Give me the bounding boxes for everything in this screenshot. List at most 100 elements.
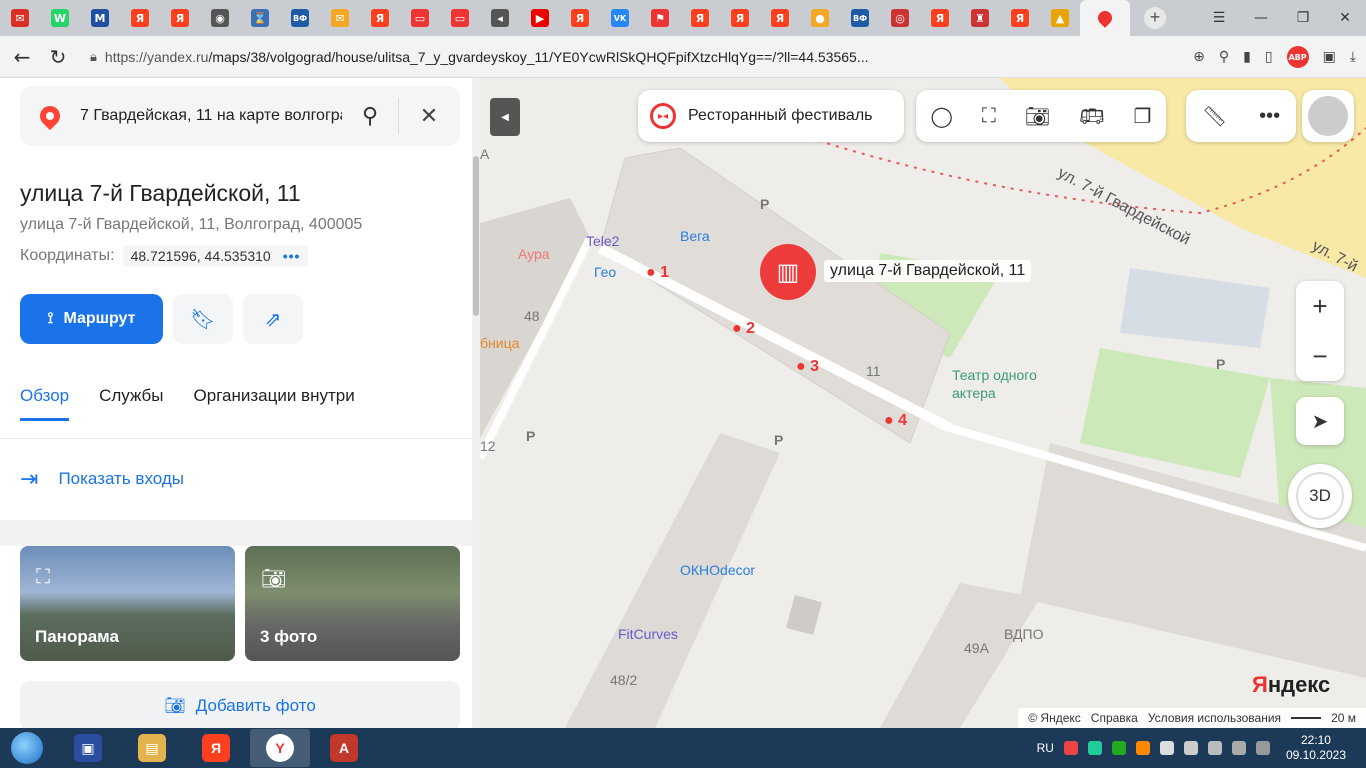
coords-value-box[interactable]: 48.721596, 44.535310 ••• <box>122 245 309 267</box>
bookmark-icon[interactable]: ▮ <box>1243 49 1251 65</box>
taskbar-pdf[interactable]: A <box>314 729 374 767</box>
taskbar-yandex-browser[interactable]: Y <box>250 729 310 767</box>
tray-volume-icon[interactable] <box>1183 741 1198 755</box>
start-button[interactable] <box>0 728 54 768</box>
add-photo-button[interactable]: 📷︎ Добавить фото <box>20 681 460 728</box>
browser-tab[interactable]: ⌛ <box>240 0 280 36</box>
transport-icon[interactable]: 🚌︎ <box>1079 104 1104 129</box>
entrance-marker[interactable]: ● 1 <box>646 264 669 282</box>
panorama-layer-icon[interactable]: ⛶ <box>982 105 996 128</box>
tab-services[interactable]: Службы <box>99 386 163 421</box>
tab-orgs[interactable]: Организации внутри <box>194 386 355 421</box>
share-button[interactable]: ⇗ <box>243 294 303 344</box>
entrance-marker[interactable]: ● 3 <box>796 358 819 376</box>
browser-tab[interactable]: W <box>40 0 80 36</box>
scheme-icon[interactable]: ◯ <box>930 104 952 129</box>
sidebar-scrollbar[interactable] <box>472 78 480 728</box>
poi-tele2[interactable]: Tele2 <box>586 233 619 249</box>
browser-tab[interactable]: ◂ <box>480 0 520 36</box>
photo-layer-icon[interactable]: 📷︎ <box>1025 104 1050 129</box>
menu-icon[interactable]: ☰ <box>1198 0 1240 36</box>
browser-tab[interactable]: ▶ <box>520 0 560 36</box>
tray-mail-icon[interactable] <box>1087 741 1102 755</box>
taskbar-yandex[interactable]: Я <box>186 729 246 767</box>
zoom-in-button[interactable]: + <box>1296 281 1344 331</box>
tray-pen-icon[interactable] <box>1255 741 1270 755</box>
building-label[interactable]: улица 7-й Гвардейской, 11 <box>824 260 1032 282</box>
taskbar-explorer[interactable]: ▤ <box>122 729 182 767</box>
browser-tab[interactable]: M <box>80 0 120 36</box>
route-button[interactable]: ⟟ Маршрут <box>20 294 163 344</box>
browser-tab[interactable]: ◎ <box>880 0 920 36</box>
location-icon[interactable]: ⚲ <box>1219 49 1229 65</box>
tray-usb-icon[interactable] <box>1159 741 1174 755</box>
browser-tab[interactable]: ✉ <box>320 0 360 36</box>
restore-button[interactable]: ❐ <box>1282 0 1324 36</box>
collapse-panel-button[interactable]: ◀ <box>490 98 520 136</box>
browser-tab[interactable]: Я <box>160 0 200 36</box>
browser-tab[interactable]: Я <box>920 0 960 36</box>
search-box[interactable]: 7 Гвардейская, 11 на карте волгограда ⚲ … <box>20 86 460 146</box>
panorama-card[interactable]: ⛶ Панорама <box>20 546 235 661</box>
poi-bolnica[interactable]: бница <box>480 335 519 351</box>
tray-network-icon[interactable] <box>1207 741 1222 755</box>
download-icon[interactable]: ⤓ <box>1350 49 1356 65</box>
locate-button[interactable]: ➤ <box>1296 397 1344 445</box>
new-tab-button[interactable]: + <box>1144 7 1166 29</box>
close-window-button[interactable]: ✕ <box>1324 0 1366 36</box>
adblock-icon[interactable]: ABP <box>1286 46 1309 68</box>
browser-tab[interactable]: Я <box>360 0 400 36</box>
clear-search-button[interactable]: ✕ <box>399 103 459 129</box>
more-icon[interactable]: ••• <box>1259 105 1280 128</box>
browser-tab[interactable]: ● <box>800 0 840 36</box>
browser-tab[interactable]: ✉ <box>0 0 40 36</box>
browser-tab[interactable]: Я <box>720 0 760 36</box>
back-button[interactable]: ← <box>4 45 40 69</box>
browser-tab[interactable]: ⚑ <box>640 0 680 36</box>
search-icon[interactable]: ⚲ <box>342 103 398 129</box>
extension-icon[interactable]: ▣ <box>1323 49 1336 65</box>
3d-button[interactable]: 3D <box>1288 464 1352 528</box>
copyright-link[interactable]: © Яндекс <box>1028 711 1081 725</box>
ruler-icon[interactable]: 📏︎ <box>1202 104 1227 129</box>
browser-tab[interactable]: Я <box>760 0 800 36</box>
browser-tab[interactable]: VK <box>600 0 640 36</box>
browser-tab[interactable]: ▭ <box>440 0 480 36</box>
tab-overview[interactable]: Обзор <box>20 386 70 421</box>
poi-teatr[interactable]: Театр одного актера <box>952 366 1037 402</box>
browser-tab[interactable]: Я <box>680 0 720 36</box>
map-view[interactable]: ◀ ▸◂ Ресторанный фестиваль ◯ ⛶ 📷︎ 🚌︎ ❐ 📏… <box>480 78 1366 728</box>
protect-icon[interactable]: ▯ <box>1265 49 1273 65</box>
taskbar-save[interactable]: ▣ <box>58 729 118 767</box>
festival-promo[interactable]: ▸◂ Ресторанный фестиваль <box>638 90 904 142</box>
minimize-button[interactable]: — <box>1240 0 1282 36</box>
zoom-icon[interactable]: ⊕ <box>1193 49 1205 65</box>
browser-tab[interactable]: ВФ <box>280 0 320 36</box>
zoom-out-button[interactable]: − <box>1296 331 1344 381</box>
search-input[interactable]: 7 Гвардейская, 11 на карте волгограда <box>80 107 342 125</box>
poi-vdpo[interactable]: ВДПО <box>1004 626 1043 642</box>
tray-kaspersky-icon[interactable] <box>1111 741 1126 755</box>
more-icon[interactable]: ••• <box>283 248 301 264</box>
url-field[interactable]: 🔒︎ https://yandex.ru/maps/38/volgograd/h… <box>90 49 869 65</box>
language-indicator[interactable]: RU <box>1037 741 1054 755</box>
browser-tab[interactable]: Я <box>1000 0 1040 36</box>
clock[interactable]: 22:10 09.10.2023 <box>1286 733 1346 763</box>
browser-tab[interactable]: ◉ <box>200 0 240 36</box>
poi-fitcurves[interactable]: FitCurves <box>618 626 678 642</box>
photos-card[interactable]: 📷︎ 3 фото <box>245 546 460 661</box>
browser-tab[interactable]: ▭ <box>400 0 440 36</box>
poi-aura[interactable]: Аура <box>518 246 550 262</box>
bookmark-button[interactable]: 🔖︎ <box>173 294 233 344</box>
help-link[interactable]: Справка <box>1091 711 1138 725</box>
tray-wifi-icon[interactable] <box>1231 741 1246 755</box>
tray-flag-icon[interactable] <box>1135 741 1150 755</box>
terms-link[interactable]: Условия использования <box>1148 711 1281 725</box>
tray-app-icon[interactable] <box>1063 741 1078 755</box>
user-avatar[interactable] <box>1302 90 1354 142</box>
poi-okno[interactable]: ОКНОdecor <box>680 562 755 578</box>
entrance-marker[interactable]: ● 4 <box>884 412 907 430</box>
browser-tab[interactable]: Я <box>560 0 600 36</box>
building-marker[interactable]: ▥ <box>760 244 816 300</box>
reload-button[interactable]: ↻ <box>40 45 76 69</box>
